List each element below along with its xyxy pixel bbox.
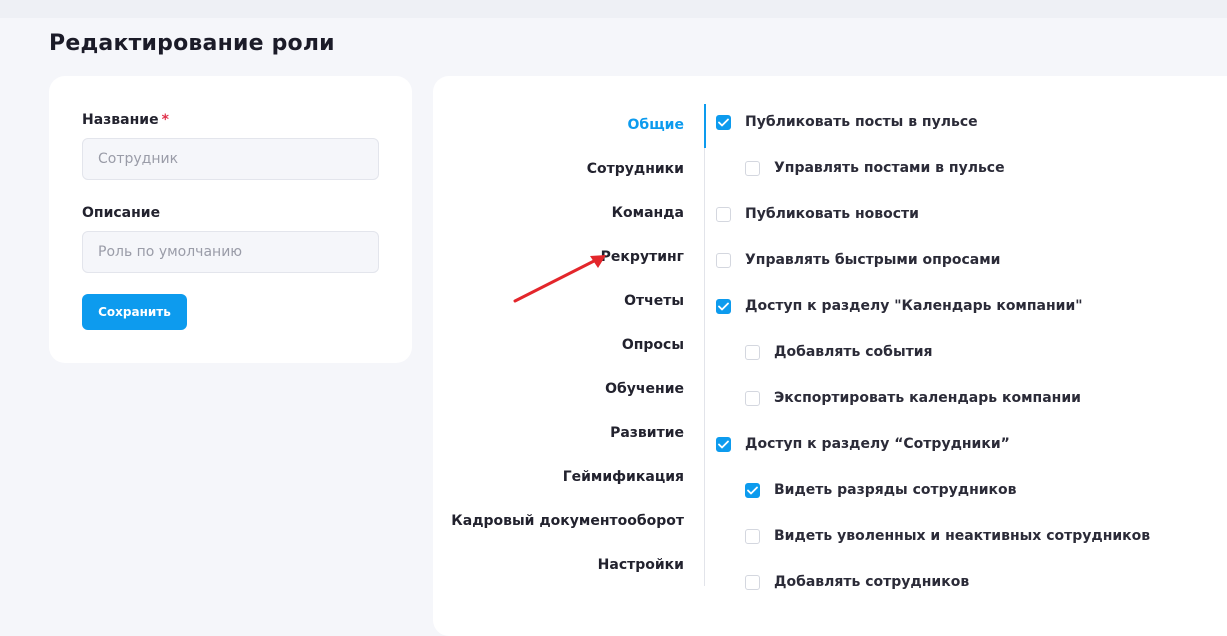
section-tab[interactable]: Общие [628,117,684,133]
permission-label: Управлять постами в пульсе [774,160,1005,176]
permission-row[interactable]: Управлять быстрыми опросами [716,252,1000,268]
permission-row[interactable]: Видеть разряды сотрудников [745,482,1017,498]
section-tab[interactable]: Обучение [605,381,684,397]
active-section-indicator [704,104,706,148]
permission-checkbox[interactable] [745,482,760,498]
section-tab[interactable]: Отчеты [624,293,684,309]
name-label: Название * [82,112,169,128]
check-icon [718,440,729,448]
name-label-text: Название [82,112,159,128]
permission-checkbox[interactable] [716,206,731,222]
permission-row[interactable]: Добавлять сотрудников [745,574,969,590]
permission-checkbox[interactable] [745,390,760,406]
section-tab[interactable]: Команда [612,205,684,221]
description-label: Описание [82,205,161,221]
permission-row[interactable]: Экспортировать календарь компании [745,390,1081,406]
permissions-card: Общие Сотрудники Команда Рекрутинг Отчеты Опр… [433,76,1227,636]
permission-row[interactable]: Добавлять события [745,344,933,360]
section-tab[interactable]: Настройки [598,557,684,573]
permission-label: Публиковать новости [745,206,919,222]
permission-row[interactable]: Доступ к разделу “Сотрудники” [716,436,1010,452]
save-button[interactable]: Сохранить [82,294,187,330]
permission-label: Доступ к разделу “Сотрудники” [745,436,1010,452]
permission-checkbox[interactable] [716,298,731,314]
permission-checkbox[interactable] [716,114,731,130]
top-bar [0,0,1227,18]
permission-checkbox[interactable] [745,528,760,544]
permission-checkbox[interactable] [716,252,731,268]
permission-checkbox[interactable] [745,160,760,176]
permission-label: Экспортировать календарь компании [774,390,1081,406]
permission-label: Добавлять события [774,344,933,360]
page-title: Редактирование роли [49,31,335,56]
permission-checkbox[interactable] [745,344,760,360]
check-icon [718,118,729,126]
permission-checkbox[interactable] [716,436,731,452]
permission-label: Видеть уволенных и неактивных сотруднико… [774,528,1151,544]
name-input[interactable] [82,138,379,180]
section-nav-divider [704,104,705,586]
permission-label: Публиковать посты в пульсе [745,114,978,130]
permission-row[interactable]: Управлять постами в пульсе [745,160,1005,176]
section-tab[interactable]: Сотрудники [587,161,684,177]
permission-label: Управлять быстрыми опросами [745,252,1001,268]
check-icon [747,486,758,494]
permission-label: Видеть разряды сотрудников [774,482,1017,498]
role-form-card: Название* Описание Сохранить [49,76,412,363]
permission-row[interactable]: Публиковать посты в пульсе [716,114,978,130]
permission-checkbox[interactable] [745,574,760,590]
section-nav: Общие Сотрудники Команда Рекрутинг Отчеты Опр… [433,76,705,616]
check-icon [718,302,729,310]
section-tab[interactable]: Геймификация [563,469,684,485]
permission-label: Доступ к разделу "Календарь компании" [745,298,1083,314]
section-tab[interactable]: Развитие [610,425,684,441]
permission-row[interactable]: Доступ к разделу "Календарь компании" [716,298,1083,314]
section-tab[interactable]: Рекрутинг [601,249,684,265]
permission-row[interactable]: Публиковать новости [716,206,919,222]
permission-row[interactable]: Видеть уволенных и неактивных сотруднико… [745,528,1150,544]
required-mark: * [161,112,169,128]
red-arrow-icon [513,255,606,303]
section-tab[interactable]: Опросы [622,337,684,353]
section-tab[interactable]: Кадровый документооборот [451,513,684,529]
permission-label: Добавлять сотрудников [774,574,970,590]
description-input[interactable] [82,231,379,273]
